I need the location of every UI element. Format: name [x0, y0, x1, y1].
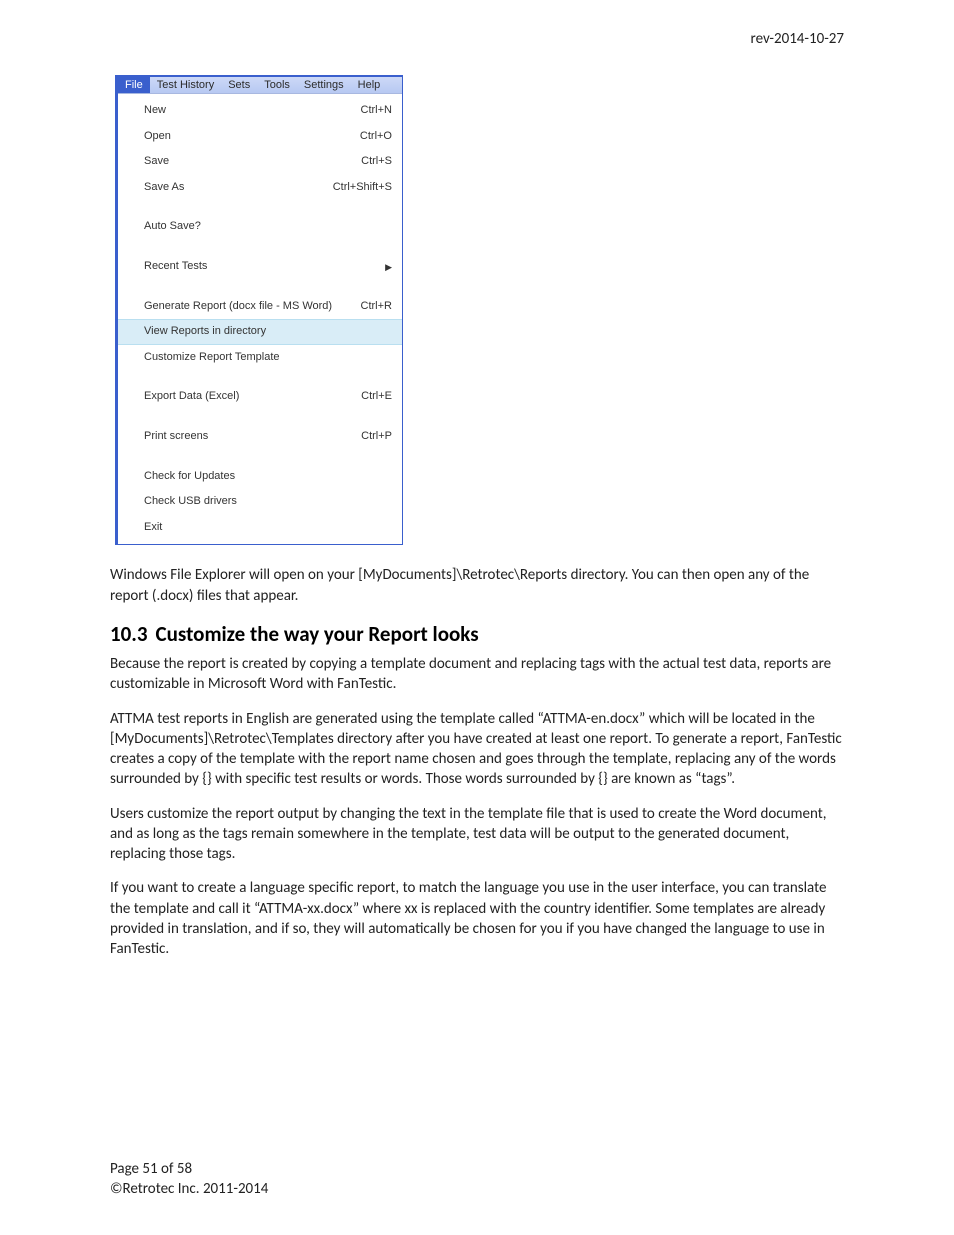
menu-item-label: Check USB drivers [144, 493, 392, 511]
paragraph-intro: Windows File Explorer will open on your … [110, 565, 844, 606]
menu-item-label: Customize Report Template [144, 349, 392, 367]
menu-item-label: New [144, 102, 353, 120]
menu-item-label: View Reports in directory [144, 323, 392, 341]
menu-gap [118, 370, 402, 384]
menu-item-label: Generate Report (docx file - MS Word) [144, 298, 353, 316]
paragraph-5: If you want to create a language specifi… [110, 878, 844, 959]
menu-item-view-reports-in-directory[interactable]: View Reports in directory [118, 319, 402, 345]
menubar-item-settings[interactable]: Settings [297, 77, 351, 93]
menu-item-shortcut: Ctrl+N [353, 102, 392, 120]
revision-label: rev-2014-10-27 [751, 30, 844, 48]
menu-item-export-data-excel[interactable]: Export Data (Excel)Ctrl+E [118, 384, 402, 410]
menu-gap [118, 280, 402, 294]
menu-item-save[interactable]: SaveCtrl+S [118, 149, 402, 175]
paragraph-2: Because the report is created by copying… [110, 654, 844, 695]
submenu-arrow-icon: ▶ [377, 260, 392, 274]
menu-gap [118, 450, 402, 464]
menubar: FileTest HistorySetsToolsSettingsHelp [118, 77, 402, 94]
menu-gap [118, 200, 402, 214]
page-footer: Page 51 of 58 ©Retrotec Inc. 2011-2014 [110, 1159, 268, 1200]
menu-item-shortcut: Ctrl+S [353, 153, 392, 171]
file-menu-dropdown: NewCtrl+NOpenCtrl+OSaveCtrl+SSave AsCtrl… [118, 94, 402, 544]
menubar-item-file[interactable]: File [118, 77, 150, 93]
menu-item-shortcut: Ctrl+O [352, 128, 392, 146]
menu-item-shortcut: Ctrl+Shift+S [325, 179, 392, 197]
menu-item-label: Save As [144, 179, 325, 197]
menu-item-new[interactable]: NewCtrl+N [118, 98, 402, 124]
section-number: 10.3 [110, 621, 148, 647]
file-menu-screenshot: FileTest HistorySetsToolsSettingsHelp Ne… [115, 75, 403, 545]
menu-item-label: Auto Save? [144, 218, 392, 236]
menu-item-check-for-updates[interactable]: Check for Updates [118, 464, 402, 490]
menu-item-check-usb-drivers[interactable]: Check USB drivers [118, 489, 402, 515]
menubar-item-tools[interactable]: Tools [257, 77, 297, 93]
page-number: Page 51 of 58 [110, 1159, 268, 1179]
section-title: Customize the way your Report looks [156, 621, 479, 647]
menu-item-auto-save[interactable]: Auto Save? [118, 214, 402, 240]
menu-item-print-screens[interactable]: Print screensCtrl+P [118, 424, 402, 450]
menu-item-recent-tests[interactable]: Recent Tests▶ [118, 254, 402, 280]
menubar-item-sets[interactable]: Sets [221, 77, 257, 93]
menu-item-customize-report-template[interactable]: Customize Report Template [118, 345, 402, 371]
menu-item-exit[interactable]: Exit [118, 515, 402, 541]
paragraph-4: Users customize the report output by cha… [110, 804, 844, 865]
menu-item-label: Open [144, 128, 352, 146]
paragraph-3: ATTMA test reports in English are genera… [110, 709, 844, 790]
menu-gap [118, 240, 402, 254]
menu-item-shortcut: Ctrl+R [353, 298, 392, 316]
menu-item-label: Exit [144, 519, 392, 537]
menu-item-label: Check for Updates [144, 468, 392, 486]
menu-item-label: Print screens [144, 428, 353, 446]
menubar-item-help[interactable]: Help [351, 77, 388, 93]
menu-item-open[interactable]: OpenCtrl+O [118, 124, 402, 150]
menu-item-label: Save [144, 153, 353, 171]
menu-item-generate-report-docx-file-ms-word[interactable]: Generate Report (docx file - MS Word)Ctr… [118, 294, 402, 320]
menu-item-save-as[interactable]: Save AsCtrl+Shift+S [118, 175, 402, 201]
copyright: ©Retrotec Inc. 2011-2014 [110, 1179, 268, 1199]
menu-item-label: Export Data (Excel) [144, 388, 353, 406]
menu-item-shortcut: Ctrl+P [353, 428, 392, 446]
menubar-item-test-history[interactable]: Test History [150, 77, 221, 93]
menu-gap [118, 410, 402, 424]
section-heading: 10.3 Customize the way your Report looks [110, 620, 844, 648]
menu-item-label: Recent Tests [144, 258, 377, 276]
menu-item-shortcut: Ctrl+E [353, 388, 392, 406]
